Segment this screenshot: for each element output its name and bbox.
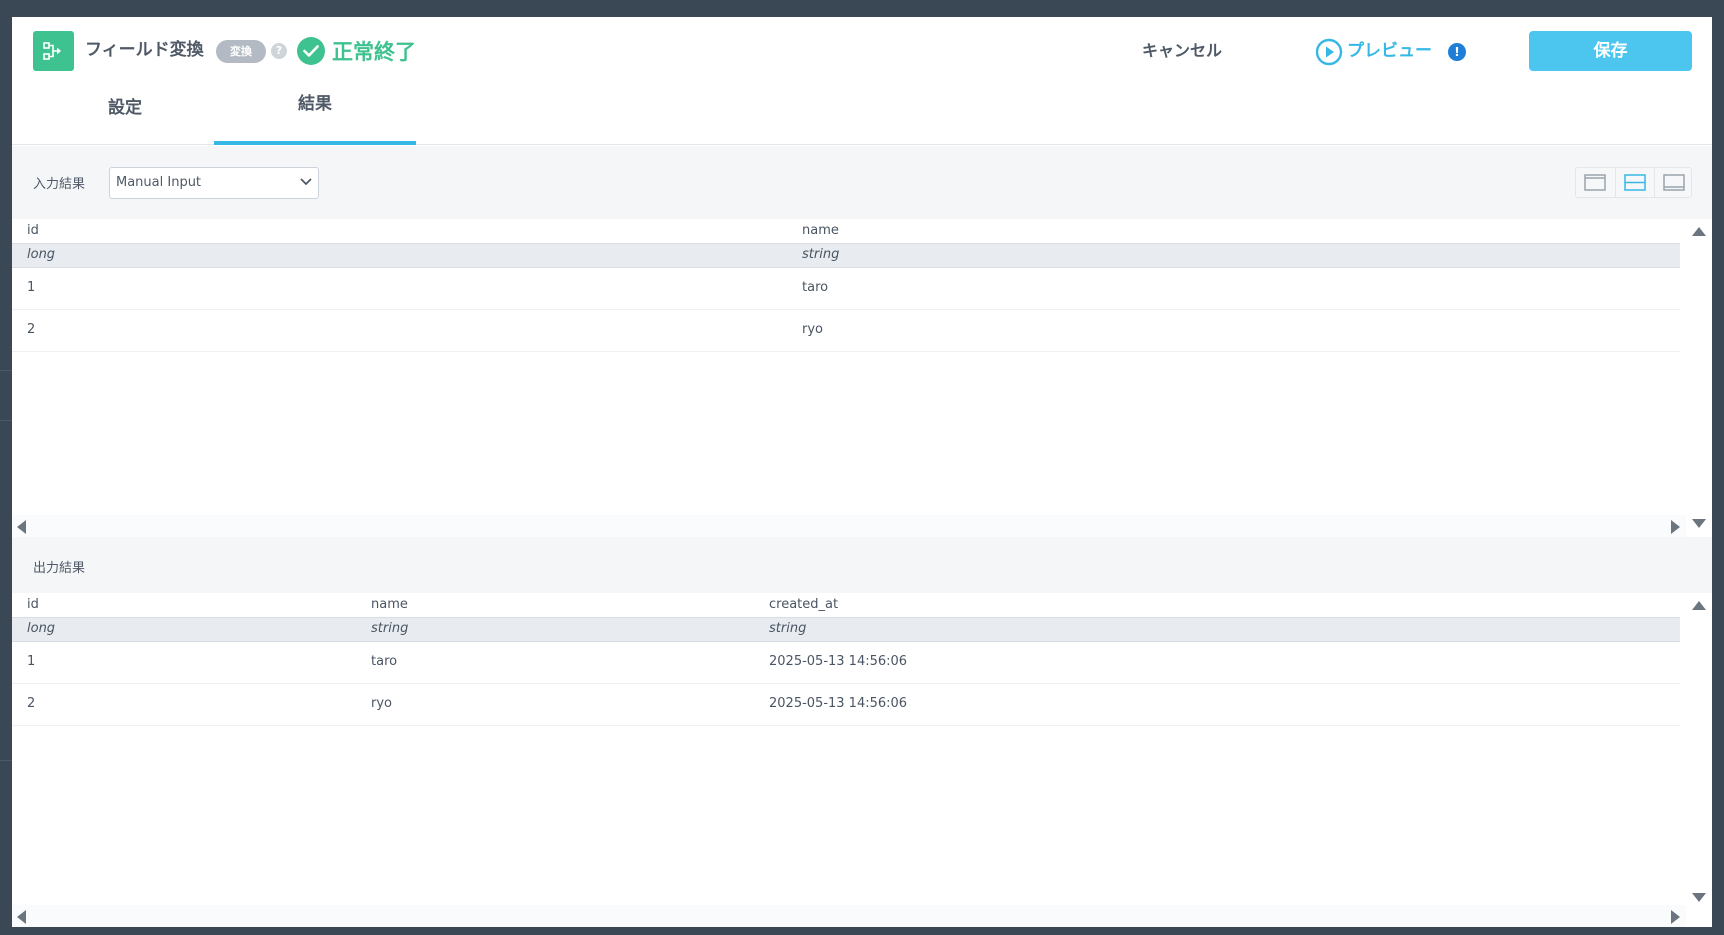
dialog-header: フィールド変換 変換 ? 正常終了 キャンセル プレビュー ! 保存 [12, 17, 1712, 85]
scroll-up-icon[interactable] [1692, 601, 1706, 610]
grid-type-row: long string [12, 243, 1680, 268]
grid-type-row: long string string [12, 617, 1680, 642]
table-cell: 2025-05-13 14:56:06 [769, 696, 908, 711]
table-cell: 2 [27, 322, 36, 337]
column-header[interactable]: created_at [769, 597, 838, 612]
horizontal-scrollbar[interactable] [12, 515, 1686, 537]
panel-top-icon [1584, 174, 1606, 191]
layout-split-button[interactable] [1615, 168, 1654, 197]
tab-results[interactable]: 結果 [214, 85, 416, 145]
table-cell: ryo [371, 696, 392, 711]
table-cell: 2 [27, 696, 36, 711]
column-type: string [802, 247, 840, 262]
node-title: フィールド変換 [85, 40, 204, 60]
output-result-grid: id name created_at long string string 1 … [12, 593, 1712, 927]
grid-header-row: id name created_at [12, 593, 1680, 617]
backdrop-line [0, 420, 12, 421]
transform-node-icon [33, 31, 74, 71]
panel-split-icon [1624, 174, 1646, 191]
column-type: long [27, 621, 56, 636]
table-row[interactable]: 2 ryo [12, 310, 1680, 352]
table-cell: 1 [27, 280, 36, 295]
column-type: string [769, 621, 807, 636]
input-result-grid: id name long string 1 taro 2 ryo [12, 219, 1712, 537]
table-cell: taro [371, 654, 398, 669]
table-row[interactable]: 1 taro [12, 268, 1680, 310]
table-row[interactable]: 2 ryo 2025-05-13 14:56:06 [12, 684, 1680, 726]
layout-bottom-only-button[interactable] [1654, 168, 1693, 197]
column-header[interactable]: id [27, 223, 39, 238]
column-header[interactable]: name [371, 597, 408, 612]
input-result-label: 入力結果 [33, 177, 86, 192]
input-source-select[interactable]: Manual Input [109, 167, 319, 199]
scroll-right-icon[interactable] [1671, 910, 1680, 924]
scroll-down-icon[interactable] [1692, 519, 1706, 528]
column-header[interactable]: id [27, 597, 39, 612]
table-cell: taro [802, 280, 829, 295]
alert-icon: ! [1448, 43, 1466, 61]
table-cell: 1 [27, 654, 36, 669]
tab-bar: 設定 結果 [12, 85, 1712, 145]
output-result-label: 出力結果 [33, 561, 86, 576]
tab-settings[interactable]: 設定 [24, 89, 226, 149]
tab-results-label: 結果 [298, 94, 332, 114]
horizontal-scrollbar[interactable] [12, 905, 1686, 927]
scroll-left-icon[interactable] [17, 520, 26, 534]
status-text: 正常終了 [332, 40, 416, 64]
play-icon [1315, 38, 1343, 66]
preview-label: プレビュー [1347, 41, 1432, 61]
layout-toggle-group [1575, 167, 1692, 198]
chevron-down-icon [300, 178, 312, 186]
backdrop-line [0, 370, 12, 371]
vertical-scrollbar[interactable] [1686, 593, 1712, 905]
input-source-value: Manual Input [116, 175, 202, 190]
success-check-icon [297, 37, 325, 65]
save-button[interactable]: 保存 [1529, 31, 1692, 71]
scroll-down-icon[interactable] [1692, 893, 1706, 902]
vertical-scrollbar[interactable] [1686, 219, 1712, 528]
grid-header-row: id name [12, 219, 1680, 243]
field-transform-dialog: フィールド変換 変換 ? 正常終了 キャンセル プレビュー ! 保存 設定 結果… [12, 17, 1712, 927]
scroll-up-icon[interactable] [1692, 227, 1706, 236]
output-panel-toolbar: 出力結果 [12, 537, 1712, 593]
table-cell: 2025-05-13 14:56:06 [769, 654, 908, 669]
scroll-left-icon[interactable] [17, 910, 26, 924]
column-header[interactable]: name [802, 223, 839, 238]
help-icon[interactable]: ? [271, 43, 287, 59]
panel-bottom-icon [1663, 174, 1685, 191]
column-type: long [27, 247, 56, 262]
input-panel-toolbar: 入力結果 Manual Input [12, 146, 1712, 219]
cancel-button[interactable]: キャンセル [1122, 35, 1242, 67]
layout-top-only-button[interactable] [1576, 168, 1615, 197]
backdrop-line [0, 760, 12, 761]
table-cell: ryo [802, 322, 823, 337]
table-row[interactable]: 1 taro 2025-05-13 14:56:06 [12, 642, 1680, 684]
column-type: string [371, 621, 409, 636]
active-tab-indicator [214, 141, 416, 145]
scroll-right-icon[interactable] [1671, 520, 1680, 534]
node-type-badge: 変換 [216, 40, 266, 63]
